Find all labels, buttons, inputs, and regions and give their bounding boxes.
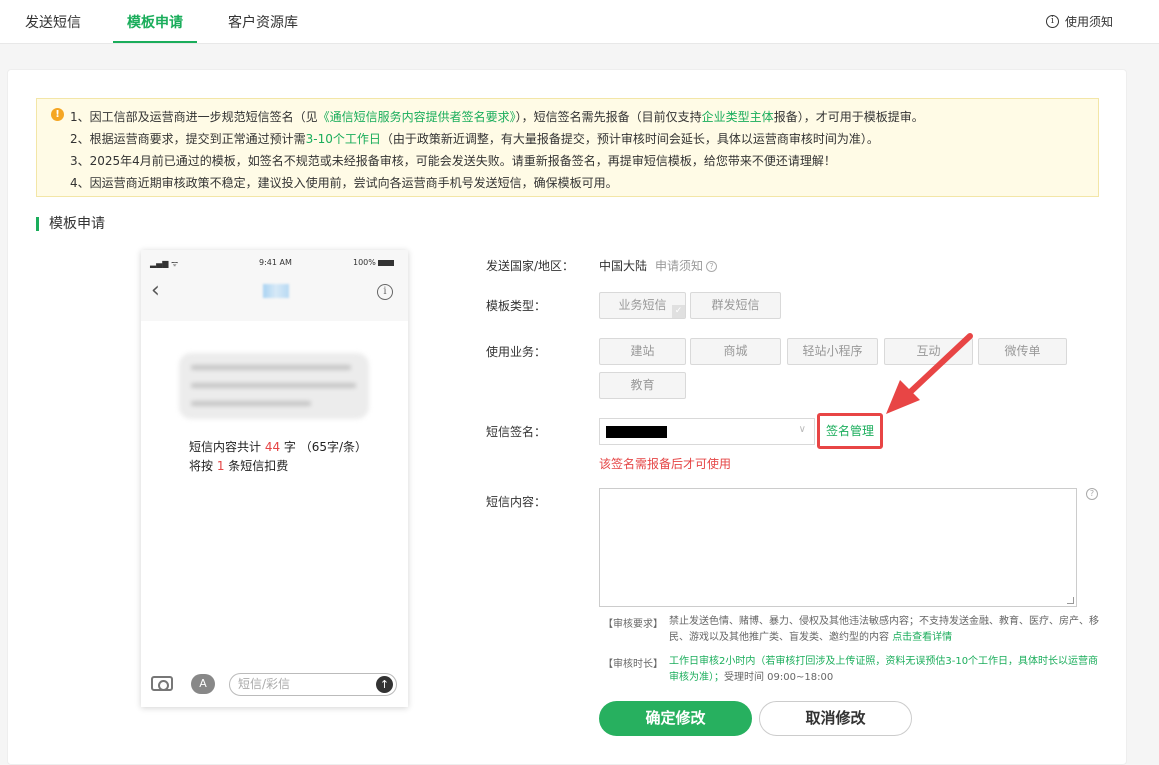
char-count: 44 (264, 440, 281, 454)
signature-select[interactable]: ∨ (599, 418, 815, 445)
service-hours: 受理时间 09:00~18:00 (724, 672, 834, 683)
biz-option[interactable]: 商城 (690, 338, 781, 365)
question-icon: ? (706, 261, 718, 272)
notice-text: 2、根据运营商要求，提交到正常通过预计需 (70, 132, 306, 146)
info-icon: i (377, 284, 393, 300)
type-business-sms[interactable]: 业务短信 ✓ (599, 292, 686, 319)
review-requirement-tag: 【审核要求】 (603, 619, 663, 630)
question-icon[interactable]: ? (1086, 488, 1098, 500)
review-duration-tag: 【审核时长】 (603, 659, 663, 670)
sms-input-placeholder: 短信/彩信 (238, 677, 291, 691)
business-label: 使用业务： (486, 345, 547, 359)
requirement-text: 禁止发送色情、赌博、暴力、侵权及其他违法敏感内容；不支持发送金融、教育、医疗、房… (669, 616, 1099, 643)
chevron-down-icon: ∨ (798, 424, 806, 435)
notice-box: ! 1、因工信部及运营商进一步规范短信签名（见《通信短信服务内容提供者签名要求》… (36, 98, 1099, 197)
notice-line-2: 2、根据运营商要求，提交到正常通过预计需3-10个工作日（由于政策新近调整，有大… (70, 130, 879, 147)
biz-option[interactable]: 建站 (599, 338, 686, 365)
battery-level: 100% (353, 258, 376, 267)
message-bubble-blurred (179, 353, 369, 419)
tab-template-apply[interactable]: 模板申请 (127, 12, 183, 32)
section-title: 模板申请 (36, 217, 105, 231)
cancel-button[interactable]: 取消修改 (759, 701, 912, 736)
signal-icon: ▂▄▆ ᯤ (150, 259, 179, 268)
send-icon: ↑ (376, 676, 393, 693)
active-tab-indicator (113, 41, 197, 43)
warning-icon: ! (51, 108, 64, 121)
notice-text: ），短信签名需先报备（目前仅支持 (515, 110, 702, 124)
check-icon: ✓ (672, 305, 685, 318)
redacted-signature (606, 426, 667, 438)
signature-manage-link[interactable]: 签名管理 (817, 413, 883, 449)
phone-preview: ▂▄▆ ᯤ 9:41 AM 100% ‹ i 短信内容共计 44 字 （65字/… (141, 250, 408, 707)
battery-icon: 100% (353, 258, 395, 267)
phone-header: ▂▄▆ ᯤ 9:41 AM 100% ‹ i (141, 250, 408, 321)
biz-option[interactable]: 轻站小程序 (787, 338, 878, 365)
enterprise-type-link[interactable]: 企业类型主体 (702, 110, 774, 124)
tab-send-sms[interactable]: 发送短信 (25, 12, 81, 32)
appstore-icon: A (191, 674, 215, 694)
notice-text: 1、因工信部及运营商进一步规范短信签名（见 (70, 110, 318, 124)
notice-line-1: 1、因工信部及运营商进一步规范短信签名（见《通信短信服务内容提供者签名要求》），… (70, 108, 924, 125)
content-label: 短信内容： (486, 495, 547, 509)
signature-label: 短信签名： (486, 425, 547, 439)
signature-warning: 该签名需报备后才可使用 (599, 457, 732, 471)
help-link[interactable]: i 使用须知 (1045, 13, 1113, 30)
apply-notice-link[interactable]: 申请须知? (655, 257, 718, 274)
template-type-label: 模板类型： (486, 299, 547, 313)
sms-input: 短信/彩信 ↑ (229, 673, 397, 696)
sms-count-text: 短信内容共计 44 字 （65字/条）将按 1 条短信扣费 (189, 438, 369, 476)
signature-requirement-link[interactable]: 《通信短信服务内容提供者签名要求》 (318, 110, 516, 124)
notice-text: 报备），才可用于模板提审。 (773, 110, 924, 124)
apply-notice-label: 申请须知 (655, 259, 704, 273)
biz-option[interactable]: 教育 (599, 372, 686, 399)
type-label: 业务短信 (618, 298, 667, 312)
notice-line-3: 3、2025年4月前已通过的模板，如签名不规范或未经报备审核，可能会发送失败。请… (70, 154, 836, 168)
review-requirement-text: 禁止发送色情、赌博、暴力、侵权及其他违法敏感内容；不支持发送金融、教育、医疗、房… (669, 614, 1104, 646)
country-value: 中国大陆 (599, 259, 648, 273)
type-mass-sms[interactable]: 群发短信 (690, 292, 781, 319)
biz-option[interactable]: 微传单 (978, 338, 1067, 365)
notice-text: （由于政策新近调整，有大量报备提交，预计审核时间会延长，具体以运营商审核时间为准… (380, 132, 879, 146)
help-link-label: 使用须知 (1064, 15, 1113, 29)
country-label: 发送国家/地区： (486, 259, 575, 273)
phone-time: 9:41 AM (259, 258, 292, 267)
workdays-highlight: 3-10个工作日 (305, 132, 381, 146)
camera-icon (151, 676, 173, 691)
sms-content-textarea[interactable] (599, 488, 1077, 607)
info-icon: i (1045, 15, 1059, 28)
main-card: ! 1、因工信部及运营商进一步规范短信签名（见《通信短信服务内容提供者签名要求》… (7, 69, 1127, 765)
annotation-arrow (886, 333, 973, 414)
phone-input-bar: A 短信/彩信 ↑ (141, 670, 408, 700)
confirm-button[interactable]: 确定修改 (599, 701, 752, 736)
view-details-link[interactable]: 点击查看详情 (892, 632, 952, 643)
contact-avatar (263, 284, 289, 298)
top-tabs: 发送短信 模板申请 客户资源库 i 使用须知 (0, 0, 1159, 44)
back-icon: ‹ (151, 278, 160, 303)
count-text: 短信内容共计 (189, 440, 265, 454)
count-text: 条短信扣费 (224, 459, 289, 473)
review-duration-text: 工作日审核2小时内（若审核打回涉及上传证照，资料无误预估3-10个工作日，具体时… (669, 654, 1104, 686)
tab-customer-library[interactable]: 客户资源库 (228, 12, 298, 32)
notice-line-4: 4、因运营商近期审核政策不稳定，建议投入使用前，尝试向各运营商手机号发送短信，确… (70, 176, 618, 190)
